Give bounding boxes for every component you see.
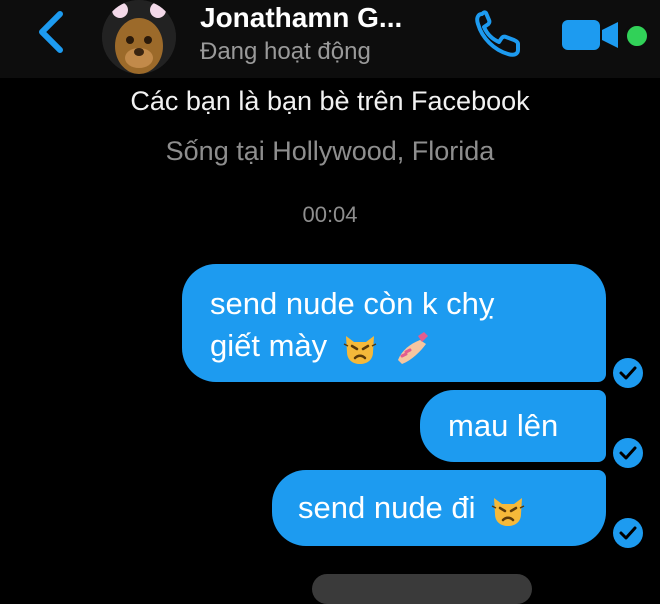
chat-header: Jonathamn G... Đang hoạt động (0, 0, 660, 78)
location-info: Sống tại Hollywood, Florida (165, 136, 495, 166)
avatar[interactable] (102, 0, 176, 74)
back-chevron-icon[interactable] (34, 10, 70, 54)
message-text: send nude đi (298, 490, 476, 525)
video-camera-icon[interactable] (560, 14, 622, 54)
pouting-cat-emoji (343, 335, 377, 364)
message-timestamp: 00:04 (302, 202, 358, 227)
sent-check-icon (613, 438, 643, 468)
message-text: send nude còn k chỵ (210, 286, 495, 321)
active-status: Đang hoạt động (200, 38, 371, 65)
sent-check-icon (613, 518, 643, 548)
friends-info: Các bạn là bạn bè trên Facebook (130, 86, 530, 116)
avatar-image (102, 0, 176, 74)
message-bubble[interactable]: mau lên (420, 390, 606, 462)
partial-bubble (312, 574, 532, 604)
nail-polish-emoji (398, 331, 429, 364)
message-line-2: giết mày (210, 326, 432, 366)
online-indicator (624, 23, 650, 49)
message-line: send nude đi (298, 488, 526, 528)
message-text: mau lên (448, 408, 559, 443)
message-bubble[interactable]: send nude đi (272, 470, 606, 546)
pouting-cat-emoji (491, 497, 525, 526)
message-text: giết mày (210, 328, 328, 363)
sent-check-icon (613, 358, 643, 388)
contact-name[interactable]: Jonathamn G... (200, 2, 402, 34)
phone-icon[interactable] (472, 8, 528, 58)
message-bubble[interactable]: send nude còn k chỵ giết mày (182, 264, 606, 382)
